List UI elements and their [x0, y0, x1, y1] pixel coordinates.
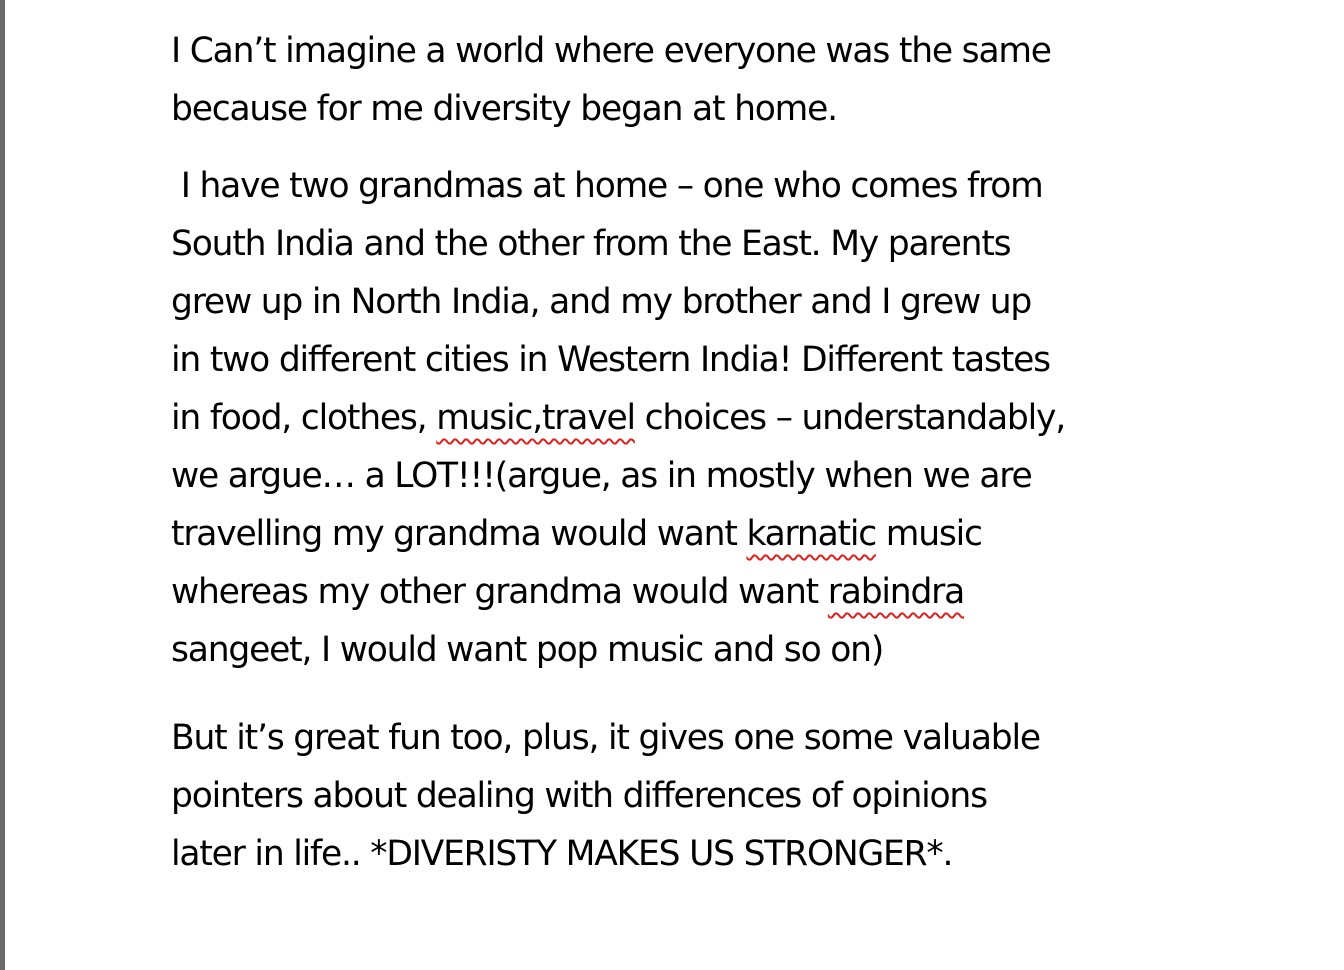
text-line: But it’s great fun too, plus, it gives o…: [171, 718, 1041, 758]
misspelled-word[interactable]: rabindra: [828, 572, 966, 612]
paragraph-1: I Can’t imagine a world where everyone w…: [171, 22, 1201, 138]
text-line: in two different cities in Western India…: [171, 340, 1051, 380]
text-line: in food, clothes, music,travel choices –…: [171, 389, 1201, 447]
text-line: sangeet, I would want pop music and so o…: [171, 630, 884, 670]
text-segment: choices – understandably,: [634, 398, 1067, 438]
paragraph-2: I have two grandmas at home – one who co…: [171, 157, 1201, 679]
text-line: I have two grandmas at home – one who co…: [171, 166, 1044, 206]
text-line: whereas my other grandma would want rabi…: [171, 563, 1201, 621]
text-segment: in food, clothes,: [171, 398, 437, 438]
text-segment: whereas my other grandma would want: [171, 572, 828, 612]
text-line: because for me diversity began at home.: [171, 89, 838, 129]
text-line: later in life.. *DIVERISTY MAKES US STRO…: [171, 834, 953, 874]
text-line: we argue… a LOT!!!(argue, as in mostly w…: [171, 456, 1033, 496]
document-page: I Can’t imagine a world where everyone w…: [0, 0, 1344, 970]
text-segment: music: [876, 514, 983, 554]
text-segment: travelling my grandma would want: [171, 514, 747, 554]
text-line: grew up in North India, and my brother a…: [171, 282, 1032, 322]
misspelled-word[interactable]: karnatic: [746, 514, 877, 554]
misspelled-word[interactable]: music,travel: [436, 398, 636, 438]
paragraph-3: But it’s great fun too, plus, it gives o…: [171, 709, 1201, 883]
text-line: South India and the other from the East.…: [171, 224, 1012, 264]
text-line: pointers about dealing with differences …: [171, 776, 988, 816]
text-line: I Can’t imagine a world where everyone w…: [171, 31, 1052, 71]
text-line: travelling my grandma would want karnati…: [171, 505, 1201, 563]
